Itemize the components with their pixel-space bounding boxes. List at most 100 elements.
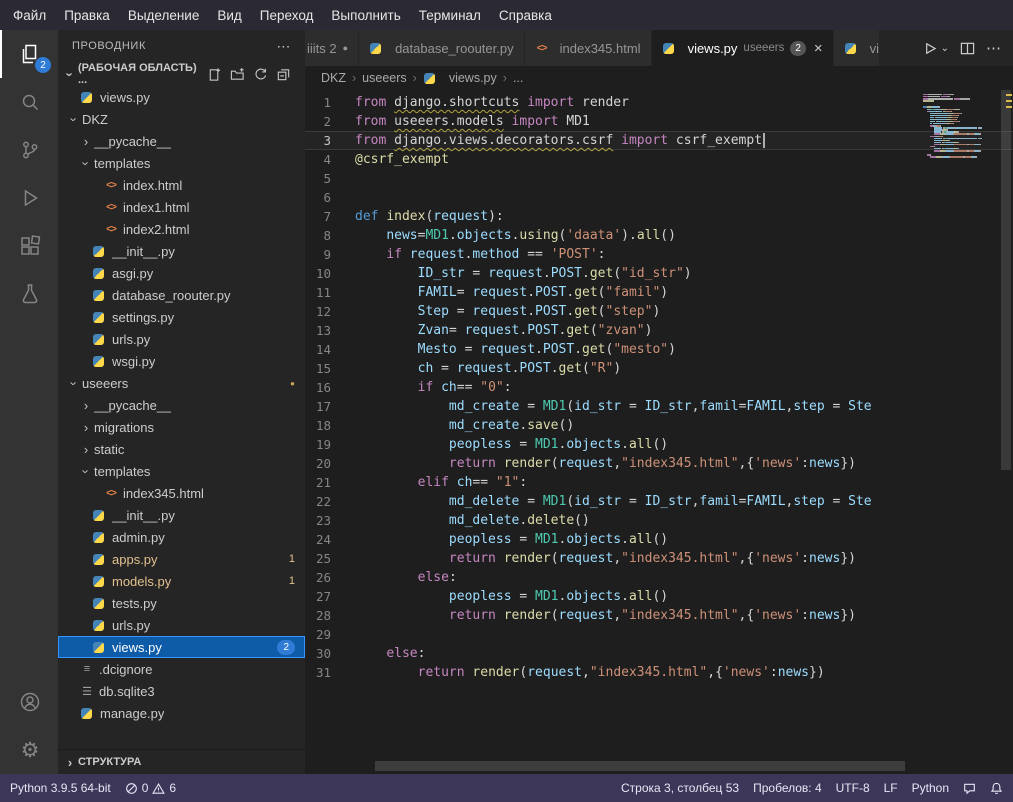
outline-section-header[interactable]: › СТРУКТУРА xyxy=(58,750,305,774)
code-text[interactable]: from django.shortcuts import render xyxy=(355,93,629,112)
tree-item-useeers[interactable]: ›useeers● xyxy=(58,372,305,394)
split-editor-icon[interactable] xyxy=(960,41,975,56)
tree-item-templates[interactable]: ›templates xyxy=(58,460,305,482)
tree-item-apps-py[interactable]: apps.py1 xyxy=(58,548,305,570)
tree-item-urls-py[interactable]: urls.py xyxy=(58,614,305,636)
run-debug-icon[interactable] xyxy=(0,174,58,222)
code-text[interactable]: md_delete = MD1(id_str = ID_str,famil=FA… xyxy=(355,492,872,511)
menu-item-2[interactable]: Выделение xyxy=(119,0,209,30)
vertical-scrollbar[interactable] xyxy=(999,90,1013,774)
code-text[interactable]: @csrf_exempt xyxy=(355,150,449,169)
code-text[interactable]: from django.views.decorators.csrf import… xyxy=(355,131,765,150)
more-actions-icon[interactable]: ⋯ xyxy=(276,38,291,55)
run-icon[interactable] xyxy=(922,41,937,56)
python-interpreter-status[interactable]: Python 3.9.5 64-bit xyxy=(10,781,111,795)
tab-vi[interactable]: vi xyxy=(834,30,880,66)
language-mode-status[interactable]: Python xyxy=(912,781,949,795)
menu-item-4[interactable]: Переход xyxy=(251,0,323,30)
tree-item-views-py[interactable]: views.py2 xyxy=(58,636,305,658)
explorer-icon[interactable]: 2 xyxy=(0,30,58,78)
new-file-icon[interactable] xyxy=(207,67,222,82)
breadcrumb-item[interactable]: ... xyxy=(513,71,523,85)
tree-item-views-py[interactable]: views.py xyxy=(58,86,305,108)
tree-item-index1-html[interactable]: <>index1.html xyxy=(58,196,305,218)
new-folder-icon[interactable] xyxy=(230,67,245,82)
code-text[interactable]: ID_str = request.POST.get("id_str") xyxy=(355,264,692,283)
collapse-all-icon[interactable] xyxy=(276,67,291,82)
breadcrumb-item[interactable]: DKZ xyxy=(321,71,346,85)
encoding-status[interactable]: UTF-8 xyxy=(836,781,870,795)
indentation-status[interactable]: Пробелов: 4 xyxy=(753,781,822,795)
code-text[interactable]: else: xyxy=(355,568,457,587)
code-text[interactable]: ch = request.POST.get("R") xyxy=(355,359,621,378)
cursor-position-status[interactable]: Строка 3, столбец 53 xyxy=(621,781,739,795)
menu-item-0[interactable]: Файл xyxy=(4,0,55,30)
tree-item-models-py[interactable]: models.py1 xyxy=(58,570,305,592)
code-text[interactable]: else: xyxy=(355,644,425,663)
bell-icon[interactable] xyxy=(990,782,1003,795)
tree-item-static[interactable]: ›static xyxy=(58,438,305,460)
run-dropdown-icon[interactable]: ⌄ xyxy=(941,43,949,54)
tree-item-init-py[interactable]: __init__.py xyxy=(58,240,305,262)
code-text[interactable]: from useeers.models import MD1 xyxy=(355,112,590,131)
code-text[interactable]: elif ch== "1": xyxy=(355,473,527,492)
search-icon[interactable] xyxy=(0,78,58,126)
tree-item-manage-py[interactable]: manage.py xyxy=(58,702,305,724)
source-control-icon[interactable] xyxy=(0,126,58,174)
tree-item-init-py[interactable]: __init__.py xyxy=(58,504,305,526)
code-text[interactable]: peopless = MD1.objects.all() xyxy=(355,530,668,549)
tree-item-templates[interactable]: ›templates xyxy=(58,152,305,174)
minimap[interactable] xyxy=(923,94,997,158)
tree-item-index2-html[interactable]: <>index2.html xyxy=(58,218,305,240)
testing-icon[interactable] xyxy=(0,270,58,318)
menu-item-7[interactable]: Справка xyxy=(490,0,561,30)
tree-item-asgi-py[interactable]: asgi.py xyxy=(58,262,305,284)
tree-item-pycache[interactable]: ›__pycache__ xyxy=(58,394,305,416)
tab-iiits-2[interactable]: iiits 2● xyxy=(305,30,359,66)
code-text[interactable]: news=MD1.objects.using('daata').all() xyxy=(355,226,676,245)
eol-status[interactable]: LF xyxy=(884,781,898,795)
tree-item-settings-py[interactable]: settings.py xyxy=(58,306,305,328)
tree-item-dkz[interactable]: ›DKZ xyxy=(58,108,305,130)
code-text[interactable]: peopless = MD1.objects.all() xyxy=(355,435,668,454)
tree-item-index345-html[interactable]: <>index345.html xyxy=(58,482,305,504)
tree-item-wsgi-py[interactable]: wsgi.py xyxy=(58,350,305,372)
tree-item-dcignore[interactable]: ≡.dcignore xyxy=(58,658,305,680)
feedback-icon[interactable] xyxy=(963,782,976,795)
menu-item-5[interactable]: Выполнить xyxy=(322,0,409,30)
breadcrumb-item[interactable]: views.py xyxy=(449,71,497,85)
menu-item-1[interactable]: Правка xyxy=(55,0,119,30)
account-icon[interactable] xyxy=(0,678,58,726)
code-area[interactable]: 1from django.shortcuts import render2fro… xyxy=(305,93,1013,774)
tree-item-pycache[interactable]: ›__pycache__ xyxy=(58,130,305,152)
code-text[interactable]: Zvan= request.POST.get("zvan") xyxy=(355,321,652,340)
problems-status[interactable]: 06 xyxy=(125,781,176,795)
scrollbar-handle[interactable] xyxy=(1001,90,1011,470)
code-text[interactable]: return render(request,"index345.html",{'… xyxy=(355,454,856,473)
code-text[interactable]: if ch== "0": xyxy=(355,378,512,397)
code-text[interactable]: def index(request): xyxy=(355,207,504,226)
code-text[interactable]: md_delete.delete() xyxy=(355,511,590,530)
code-text[interactable]: return render(request,"index345.html",{'… xyxy=(355,663,825,682)
tab-database-roouter-py[interactable]: database_roouter.py xyxy=(359,30,525,66)
code-text[interactable]: return render(request,"index345.html",{'… xyxy=(355,606,856,625)
tree-item-tests-py[interactable]: tests.py xyxy=(58,592,305,614)
refresh-icon[interactable] xyxy=(253,67,268,82)
close-icon[interactable]: × xyxy=(814,40,823,57)
tree-item-admin-py[interactable]: admin.py xyxy=(58,526,305,548)
code-text[interactable]: md_create = MD1(id_str = ID_str,famil=FA… xyxy=(355,397,872,416)
tree-item-index-html[interactable]: <>index.html xyxy=(58,174,305,196)
workspace-section-header[interactable]: › (РАБОЧАЯ ОБЛАСТЬ) ... xyxy=(58,62,305,86)
code-text[interactable]: return render(request,"index345.html",{'… xyxy=(355,549,856,568)
editor[interactable]: 1from django.shortcuts import render2fro… xyxy=(305,90,1013,774)
code-text[interactable]: Step = request.POST.get("step") xyxy=(355,302,660,321)
tree-item-db-sqlite3[interactable]: ☰db.sqlite3 xyxy=(58,680,305,702)
menu-item-6[interactable]: Терминал xyxy=(410,0,490,30)
extensions-icon[interactable] xyxy=(0,222,58,270)
code-text[interactable]: peopless = MD1.objects.all() xyxy=(355,587,668,606)
code-text[interactable]: md_create.save() xyxy=(355,416,574,435)
code-text[interactable]: FAMIL= request.POST.get("famil") xyxy=(355,283,668,302)
tree-item-database-roouter-py[interactable]: database_roouter.py xyxy=(58,284,305,306)
tab-views-py[interactable]: views.pyuseeers2× xyxy=(652,30,834,66)
breadcrumb-item[interactable]: useeers xyxy=(362,71,406,85)
